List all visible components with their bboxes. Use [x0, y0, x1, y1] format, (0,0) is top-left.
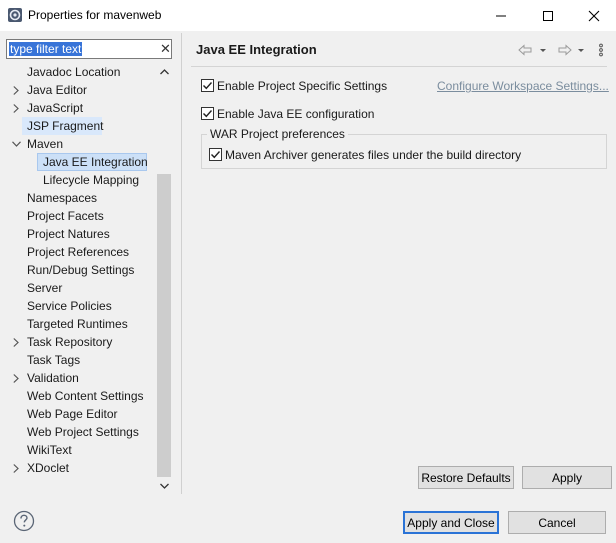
properties-icon: [7, 7, 23, 23]
maven-archiver-checkbox[interactable]: [209, 148, 222, 161]
forward-dropdown-icon[interactable]: [578, 49, 584, 52]
tree-item[interactable]: Web Page Editor: [27, 405, 118, 423]
tree-item[interactable]: JavaScript: [27, 99, 83, 117]
chevron-right-icon[interactable]: [11, 369, 21, 387]
tree-item[interactable]: Project References: [27, 243, 129, 261]
tree-item[interactable]: Web Project Settings: [27, 423, 139, 441]
chevron-right-icon[interactable]: [11, 99, 21, 117]
restore-defaults-button[interactable]: Restore Defaults: [418, 466, 514, 489]
tree-item[interactable]: Web Content Settings: [27, 387, 144, 405]
tree-item[interactable]: Run/Debug Settings: [27, 261, 134, 279]
page-title: Java EE Integration: [196, 42, 317, 57]
cancel-button[interactable]: Cancel: [508, 511, 606, 534]
tree-item[interactable]: Server: [27, 279, 62, 297]
tree-item[interactable]: Task Repository: [27, 333, 112, 351]
maven-archiver-label[interactable]: Maven Archiver generates files under the…: [225, 148, 521, 162]
scroll-down-icon[interactable]: [156, 477, 172, 494]
apply-button[interactable]: Apply: [522, 466, 612, 489]
enable-javaee-checkbox[interactable]: [201, 107, 214, 120]
back-arrow-icon[interactable]: [518, 44, 532, 56]
tree-item[interactable]: Lifecycle Mapping: [43, 171, 139, 189]
tree-item[interactable]: Task Tags: [27, 351, 80, 369]
close-button[interactable]: [571, 0, 616, 31]
maximize-button[interactable]: [525, 0, 571, 31]
chevron-down-icon[interactable]: [11, 135, 21, 153]
filter-input-text[interactable]: type filter text: [9, 42, 83, 56]
tree-item[interactable]: Validation: [27, 369, 79, 387]
minimize-button[interactable]: [478, 0, 524, 31]
tree-item[interactable]: Project Natures: [27, 225, 110, 243]
chevron-right-icon[interactable]: [11, 81, 21, 99]
tree-item[interactable]: XDoclet: [27, 459, 69, 477]
scroll-up-icon[interactable]: [156, 63, 172, 80]
tree-item[interactable]: Targeted Runtimes: [27, 315, 128, 333]
chevron-right-icon[interactable]: [11, 333, 21, 351]
forward-arrow-icon[interactable]: [558, 44, 572, 56]
enable-javaee-label[interactable]: Enable Java EE configuration: [217, 107, 374, 121]
chevron-right-icon[interactable]: [11, 459, 21, 477]
help-icon[interactable]: [13, 510, 35, 532]
configure-workspace-link[interactable]: Configure Workspace Settings...: [437, 79, 609, 93]
tree-item[interactable]: Service Policies: [27, 297, 112, 315]
tree-item[interactable]: Java EE Integration: [43, 153, 148, 171]
header-separator: [191, 66, 607, 67]
apply-and-close-button[interactable]: Apply and Close: [403, 511, 499, 534]
tree-item[interactable]: JSP Fragment: [27, 117, 103, 135]
war-preferences-legend: WAR Project preferences: [207, 127, 348, 141]
clear-filter-icon[interactable]: ✕: [160, 41, 171, 57]
tree-item[interactable]: WikiText: [27, 441, 72, 459]
back-dropdown-icon[interactable]: [540, 49, 546, 52]
window-title: Properties for mavenweb: [28, 8, 162, 22]
tree-item[interactable]: Maven: [27, 135, 63, 153]
filter-field[interactable]: type filter text ✕: [6, 39, 172, 59]
pane-divider[interactable]: [181, 33, 182, 494]
tree-item[interactable]: Javadoc Location: [27, 63, 120, 81]
property-page-tree[interactable]: Javadoc Location Java Editor JavaScript JSP…: [6, 63, 172, 494]
tree-item[interactable]: Java Editor: [27, 81, 87, 99]
tree-item[interactable]: Namespaces: [27, 189, 97, 207]
tree-item[interactable]: Project Facets: [27, 207, 104, 225]
enable-project-specific-label[interactable]: Enable Project Specific Settings: [217, 79, 387, 93]
scrollbar-thumb[interactable]: [157, 174, 171, 477]
view-menu-icon[interactable]: [599, 43, 603, 57]
enable-project-specific-checkbox[interactable]: [201, 79, 214, 92]
page-navigation: [516, 42, 608, 58]
